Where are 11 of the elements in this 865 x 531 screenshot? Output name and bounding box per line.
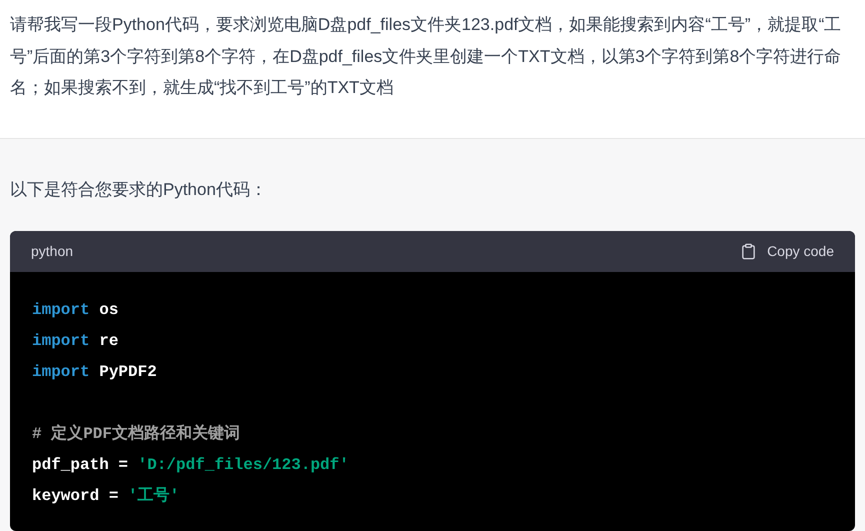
code-line: import os — [32, 300, 118, 320]
code-line: # 定义PDF文档路径和关键词 — [32, 423, 240, 444]
code-language: python — [31, 242, 74, 261]
code-line: pdf_path = 'D:/pdf_files/123.pdf' — [32, 454, 349, 476]
code-line: keyword = '工号' — [32, 486, 180, 506]
code-line: import PyPDF2 — [32, 362, 157, 382]
copy-code-button[interactable]: Copy code — [740, 241, 834, 262]
code-line: import re — [32, 330, 118, 352]
clipboard-icon — [740, 243, 758, 260]
user-message: 请帮我写一段Python代码，要求浏览电脑D盘pdf_files文件夹123.pdf文档，如果能搜索到内容“工号”，就提取“工号”后面的第3个字符到第8个字符，在D盘pdf_files文件夹里创建一个TXT文档，以第3个字符到第8个字符进行命名；如果搜索不到，就生成“找不到工号”的TXT文档 — [10, 14, 842, 99]
assistant-intro: 以下是符合您要求的Python代码： — [10, 179, 268, 201]
